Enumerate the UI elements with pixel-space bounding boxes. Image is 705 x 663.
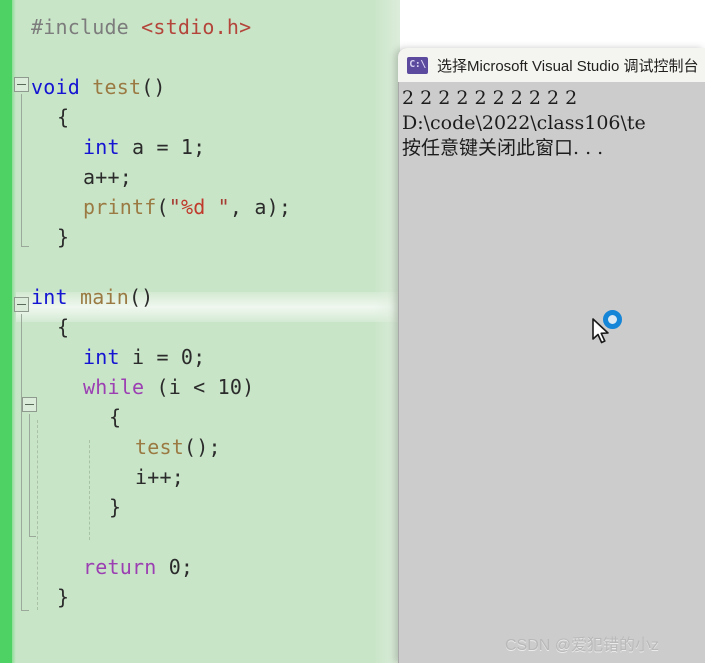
code-token: printf — [83, 195, 157, 219]
code-token: while — [83, 375, 157, 399]
code-token: ( — [156, 195, 169, 219]
code-line[interactable]: #include <stdio.h> — [31, 12, 251, 42]
code-line[interactable]: int a = 1; — [83, 132, 205, 162]
code-token: <stdio.h> — [141, 15, 252, 39]
code-token: i++; — [135, 465, 184, 489]
code-token: (i < 10) — [156, 375, 255, 399]
code-token: i = 0; — [131, 345, 206, 369]
screenshot-root: #include <stdio.h> void test(){int a = 1;… — [0, 0, 705, 663]
code-editor-pane[interactable]: #include <stdio.h> void test(){int a = 1;… — [0, 0, 400, 663]
code-token: } — [57, 225, 70, 249]
code-token: () — [128, 285, 154, 309]
console-output-line: D:\code\2022\class106\te — [402, 112, 646, 134]
code-token: (); — [183, 435, 221, 459]
code-line[interactable]: { — [57, 312, 69, 342]
code-token: main — [79, 285, 129, 309]
code-token: a = 1; — [131, 135, 206, 159]
code-token: %d — [180, 195, 206, 219]
code-token: void — [31, 75, 93, 99]
code-text[interactable]: #include <stdio.h> void test(){int a = 1;… — [0, 0, 400, 663]
debug-console-window[interactable]: C:\ 选择Microsoft Visual Studio 调试控制台 2 2 … — [398, 48, 705, 663]
code-token: " — [168, 195, 181, 219]
code-token: int — [31, 285, 80, 309]
code-token: return — [83, 555, 169, 579]
code-line[interactable]: } — [109, 492, 121, 522]
code-token: 0; — [168, 555, 194, 579]
code-token: { — [109, 405, 122, 429]
code-token: int — [83, 135, 132, 159]
code-line[interactable]: a++; — [83, 162, 132, 192]
code-token: a++; — [83, 165, 132, 189]
code-line[interactable]: } — [57, 222, 69, 252]
console-app-icon: C:\ — [407, 56, 428, 74]
csdn-watermark: CSDN @爱犯错的小z — [505, 637, 660, 654]
code-line[interactable]: { — [109, 402, 121, 432]
code-line[interactable]: return 0; — [83, 552, 193, 582]
code-line[interactable]: } — [57, 582, 69, 612]
code-line[interactable]: test(); — [135, 432, 221, 462]
console-output-line: 按任意键关闭此窗口. . . — [402, 137, 604, 159]
code-token: #include — [31, 15, 142, 39]
code-line[interactable]: { — [57, 102, 69, 132]
code-token: int — [83, 345, 132, 369]
console-output-line: 2 2 2 2 2 2 2 2 2 2 — [402, 87, 578, 109]
code-token: { — [57, 315, 70, 339]
code-token: () — [141, 75, 166, 99]
code-line[interactable]: i++; — [135, 462, 184, 492]
console-left-border — [398, 82, 399, 663]
code-token: " — [205, 195, 230, 219]
code-token: { — [57, 105, 70, 129]
console-window-title: 选择Microsoft Visual Studio 调试控制台 — [437, 57, 699, 75]
code-token: } — [57, 585, 70, 609]
console-app-icon-glyph: C:\ — [409, 59, 426, 70]
code-line[interactable]: while (i < 10) — [83, 372, 254, 402]
code-line[interactable]: printf("%d ", a); — [83, 192, 291, 222]
console-titlebar[interactable]: C:\ 选择Microsoft Visual Studio 调试控制台 — [398, 48, 705, 82]
code-line[interactable]: int main() — [31, 282, 153, 312]
code-token: } — [109, 495, 122, 519]
code-line[interactable]: void test() — [31, 72, 166, 102]
code-token: , a); — [229, 195, 292, 219]
console-output[interactable]: 2 2 2 2 2 2 2 2 2 2 D:\code\2022\class106… — [398, 82, 705, 161]
code-token: test — [92, 75, 142, 99]
code-line[interactable]: int i = 0; — [83, 342, 205, 372]
code-token: test — [135, 435, 184, 459]
